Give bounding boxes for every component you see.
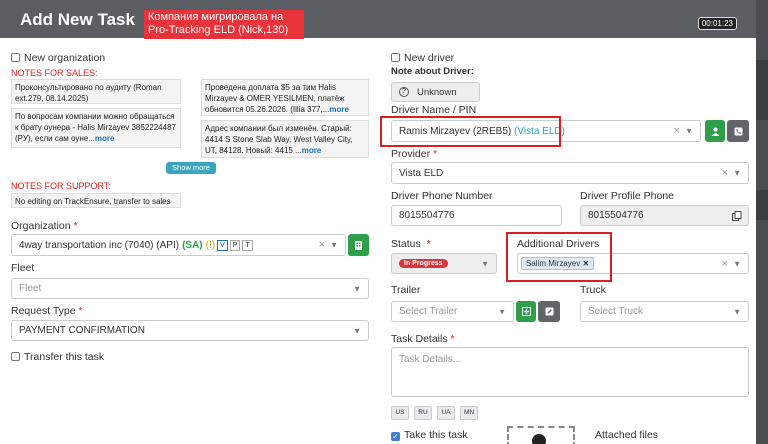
organization-label: Organization * [11,220,78,232]
tag-p: P [229,239,241,251]
phone-icon [734,127,742,135]
trailer-label: Trailer [391,284,421,296]
fleet-label: Fleet [11,262,35,274]
edit-icon [545,307,553,316]
driver-highlight-box [380,116,561,147]
profile-phone-label: Driver Profile Phone [580,190,674,202]
chevron-down-icon[interactable]: ▼ [353,326,361,335]
lang-ua-button[interactable]: UA [437,406,455,420]
show-more-button[interactable]: Show more [166,162,216,174]
upload-icon [532,434,546,444]
fleet-select[interactable]: Fleet ▼ [11,278,369,299]
chevron-down-icon[interactable]: ▼ [481,259,489,268]
transfer-task-checkbox[interactable]: Transfer this task [11,351,104,363]
lang-mn-button[interactable]: MN [460,406,478,420]
call-driver-button[interactable] [727,120,749,142]
more-link[interactable]: more [302,146,322,155]
backdrop-panel [754,190,768,220]
flag-badge: (!) [205,239,216,251]
clear-icon[interactable]: × [722,167,728,179]
building-icon [355,241,362,250]
checkbox-icon[interactable] [391,53,400,62]
notes-sales-label: NOTES FOR SALES: [11,68,98,78]
modal-header: Add New Task Компания мигрировала на Pro… [0,0,756,39]
truck-select[interactable]: Select Truck ▼ [580,301,749,322]
notes-support-label: NOTES FOR SUPPORT: [11,181,111,191]
add-task-modal: Add New Task Компания мигрировала на Pro… [0,0,756,444]
chevron-down-icon[interactable]: ▼ [353,284,361,293]
checkbox-icon[interactable] [11,53,20,62]
sa-badge: (SA) [182,239,203,251]
more-link[interactable]: more [95,134,115,143]
driver-phone-input[interactable]: 8015504776 [391,205,562,226]
unknown-status: ? Unknown [391,82,480,102]
copy-icon[interactable] [732,211,742,221]
driver-profile-button[interactable] [705,120,725,142]
sales-note: Адрес компании был изменён. Старый: 4414… [201,120,369,158]
checkbox-checked-icon[interactable]: ✓ [391,432,400,441]
provider-label: Provider * [391,148,438,160]
profile-phone-field: 8015504776 [580,205,749,226]
driver-phone-label: Driver Phone Number [391,190,493,202]
clear-icon[interactable]: × [722,258,728,270]
edit-trailer-button[interactable] [538,301,560,322]
task-details-label: Task Details * [391,333,455,345]
task-details-textarea[interactable]: Task Details... [391,347,749,397]
support-note: No editing on TrackEnsure, transfer to s… [11,193,181,208]
migration-alert: Компания мигрировала на Pro-Tracking ELD… [144,10,304,39]
chevron-down-icon[interactable]: ▼ [330,241,338,250]
chevron-down-icon[interactable]: ▼ [733,169,741,178]
tag-t: T [242,239,253,251]
question-icon: ? [399,87,409,97]
user-icon [711,127,719,136]
checkbox-icon[interactable] [11,352,20,361]
request-type-select[interactable]: PAYMENT CONFIRMATION ▼ [11,320,369,341]
chevron-down-icon[interactable]: ▼ [733,307,741,316]
add-trailer-button[interactable] [516,301,536,322]
tag-v: V [217,239,228,251]
lang-ru-button[interactable]: RU [414,406,432,420]
chevron-down-icon[interactable]: ▼ [685,127,693,136]
new-driver-checkbox[interactable]: New driver [391,52,454,64]
modal-title: Add New Task [20,10,135,29]
clear-icon[interactable]: × [319,239,325,251]
status-badge: In Progress [399,259,448,268]
new-organization-checkbox[interactable]: New organization [11,52,105,64]
status-select[interactable]: In Progress ▼ [391,253,497,274]
backdrop-panel [754,60,768,120]
take-task-checkbox[interactable]: ✓ Take this task [391,429,468,441]
status-label: Status * [391,238,431,250]
file-dropzone[interactable] [507,426,575,444]
lang-us-button[interactable]: US [391,406,409,420]
sales-note: По вопросам компании можно обращаться к … [11,108,181,148]
driver-name-label: Driver Name / PIN [391,104,477,116]
note-driver-label: Note about Driver: [391,66,474,77]
organization-select[interactable]: 4way transportation inc (7040) (API) (SA… [11,234,346,256]
sales-note: Проведена доплата $5 за тим Halis Mirzay… [201,79,369,116]
truck-label: Truck [580,284,606,296]
request-type-label: Request Type * [11,305,83,317]
clear-icon[interactable]: × [674,125,680,137]
trailer-select[interactable]: Select Trailer ▼ [391,301,514,322]
plus-square-icon [521,307,531,316]
more-link[interactable]: more [329,105,349,114]
chevron-down-icon[interactable]: ▼ [498,307,506,316]
attached-files-label: Attached files [595,429,659,441]
chevron-down-icon[interactable]: ▼ [733,259,741,268]
sales-note: Проконсультировано по аудиту (Roman ext.… [11,79,181,104]
additional-highlight-box [506,232,612,282]
provider-select[interactable]: Vista ELD × ▼ [391,162,749,184]
organization-info-button[interactable] [348,234,369,256]
task-timer: 00:01:23 [697,17,737,30]
